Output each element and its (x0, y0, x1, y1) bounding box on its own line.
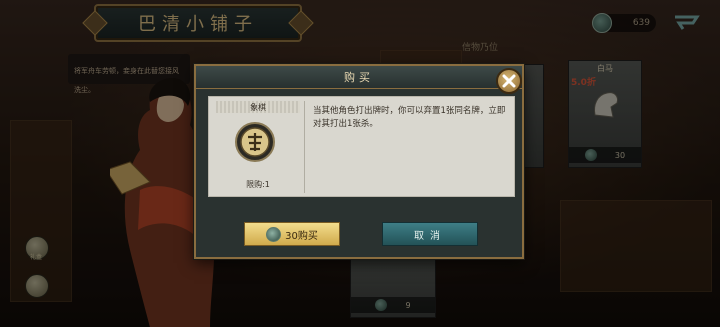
item-name: 象棋 (250, 102, 266, 112)
jade-coin-icon (266, 226, 282, 242)
purchase-dialog: 购买 象棋 限购:1 当其他角色打出牌时，你可以弃置1张同名牌，立即对其打出1张… (194, 64, 524, 259)
cancel-button-label: 取消 (414, 230, 446, 242)
dialog-title: 购买 (344, 71, 374, 84)
close-icon (502, 74, 516, 88)
item-description: 当其他角色打出牌时，你可以弃置1张同名牌，立即对其打出1张杀。 (313, 106, 506, 129)
cancel-button[interactable]: 取消 (382, 222, 478, 246)
xiangqi-piece-icon (235, 122, 275, 162)
item-detail-panel: 象棋 限购:1 当其他角色打出牌时，你可以弃置1张同名牌，立即对其打出1张杀。 (208, 96, 515, 197)
item-preview: 象棋 限购:1 (212, 101, 305, 193)
buy-button[interactable]: 30购买 (244, 222, 340, 246)
dialog-header: 购买 (196, 66, 522, 89)
purchase-limit: 限购:1 (246, 180, 270, 189)
item-name-tag: 象棋 (216, 101, 300, 113)
buy-button-label: 30购买 (285, 230, 318, 242)
close-button[interactable] (496, 68, 522, 94)
